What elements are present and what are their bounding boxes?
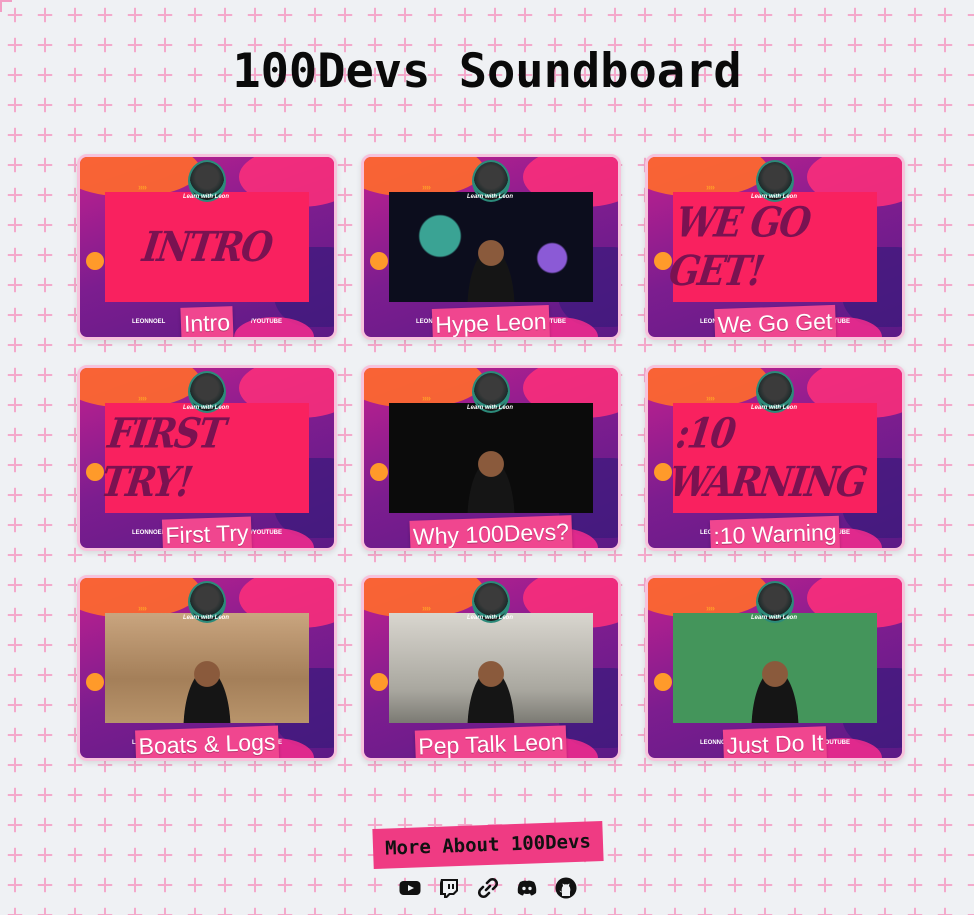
person-photo (177, 653, 237, 723)
card-thumbnail (105, 613, 309, 723)
social-links (398, 876, 578, 900)
sound-card[interactable]: ››››Learn with LeonLEONNOEL/YOUTUBEPep T… (361, 575, 621, 761)
logo-text: Learn with Leon (466, 194, 513, 200)
decorative-arrows: ›››› (706, 603, 715, 613)
decorative-arrows: ›››› (422, 182, 431, 192)
person-photo (461, 232, 521, 302)
youtube-handle: /YOUTUBE (250, 319, 282, 325)
sound-label[interactable]: We Go Get (714, 304, 836, 337)
instagram-handle: LEONNOEL (132, 319, 166, 325)
discord-icon[interactable] (515, 876, 539, 900)
thumbnail-word: FIRST TRY! (98, 409, 227, 507)
sound-card[interactable]: ››››WE GO GET!Learn with LeonLEONNOEL/YO… (645, 154, 905, 340)
card-thumbnail: FIRST TRY! (98, 403, 309, 513)
decorative-arrows: ›››› (138, 182, 147, 192)
page-title: 100Devs Soundboard (232, 44, 742, 99)
decorative-arrows: ›››› (138, 393, 147, 403)
logo-text: Learn with Leon (182, 194, 229, 200)
sound-label[interactable]: Why 100Devs? (409, 515, 573, 548)
sound-grid: ›››› INTRO Learn with Leon LEONNOEL/YOUTUBE… (77, 154, 905, 761)
card-thumbnail (389, 192, 593, 302)
card-thumbnail (389, 613, 593, 723)
card-thumbnail (389, 403, 593, 513)
logo-text: Learn with Leon (466, 615, 513, 621)
card-thumbnail: INTRO (105, 192, 309, 302)
person-photo (461, 443, 521, 513)
link-icon[interactable] (476, 876, 500, 900)
sound-card[interactable]: ››››Learn with LeonLEONNOEL/YOUTUBEHype … (361, 154, 621, 340)
decorative-arrows: ›››› (138, 603, 147, 613)
logo-text: Learn with Leon (750, 194, 797, 200)
sound-label[interactable]: Boats & Logs (135, 725, 279, 758)
thumbnail-word: INTRO (139, 222, 275, 272)
logo-text: Learn with Leon (750, 405, 797, 411)
card-thumbnail: WE GO GET! (666, 192, 877, 302)
sound-label[interactable]: Pep Talk Leon (414, 725, 568, 758)
sound-card[interactable]: ›››› FIRST TRY! Learn with Leon LEONNOEL/YO… (77, 365, 337, 551)
decorative-arrows: ›››› (706, 182, 715, 192)
decorative-blob (86, 673, 104, 691)
person-photo (745, 653, 805, 723)
card-thumbnail: :10 WARNING (666, 403, 877, 513)
sound-card[interactable]: ›››› INTRO Learn with Leon LEONNOEL/YOUTUBE… (77, 154, 337, 340)
twitch-icon[interactable] (437, 876, 461, 900)
more-about-button[interactable]: More About 100Devs (372, 820, 604, 870)
sound-card[interactable]: ››››Learn with LeonLEONNOEL/YOUTUBEBoats… (77, 575, 337, 761)
logo-text: Learn with Leon (182, 615, 229, 621)
more-about-label: More About 100Devs (384, 830, 592, 860)
sound-label[interactable]: :10 Warning (709, 515, 841, 548)
decorative-blob (654, 673, 672, 691)
decorative-arrows: ›››› (706, 393, 715, 403)
decorative-arrows: ›››› (422, 603, 431, 613)
sound-label[interactable]: Just Do It (722, 726, 828, 758)
decorative-arrows: ›››› (422, 393, 431, 403)
youtube-handle: /YOUTUBE (250, 530, 282, 536)
person-photo (461, 653, 521, 723)
instagram-handle: LEONNOEL (132, 530, 166, 536)
github-icon[interactable] (554, 876, 578, 900)
sound-label[interactable]: First Try (161, 516, 253, 548)
logo-text: Learn with Leon (750, 615, 797, 621)
sound-label[interactable]: Hype Leon (431, 304, 551, 337)
sound-card[interactable]: ›››› Learn with Leon LEONNOEL/YOUTUBE Just … (645, 575, 905, 761)
sound-card[interactable]: ››››Learn with LeonLEONNOEL/YOUTUBEWhy 1… (361, 365, 621, 551)
sound-label[interactable]: Intro (180, 306, 234, 337)
card-thumbnail (673, 613, 877, 723)
decorative-blob (370, 463, 388, 481)
logo-text: Learn with Leon (182, 405, 229, 411)
decorative-blob (370, 673, 388, 691)
sound-card[interactable]: ››››:10 WARNINGLearn with LeonLEONNOEL/Y… (645, 365, 905, 551)
youtube-icon[interactable] (398, 876, 422, 900)
thumbnail-word: WE GO GET! (666, 198, 813, 296)
decorative-blob (370, 252, 388, 270)
thumbnail-word: :10 WARNING (666, 409, 869, 507)
decorative-blob (86, 252, 104, 270)
logo-text: Learn with Leon (466, 405, 513, 411)
